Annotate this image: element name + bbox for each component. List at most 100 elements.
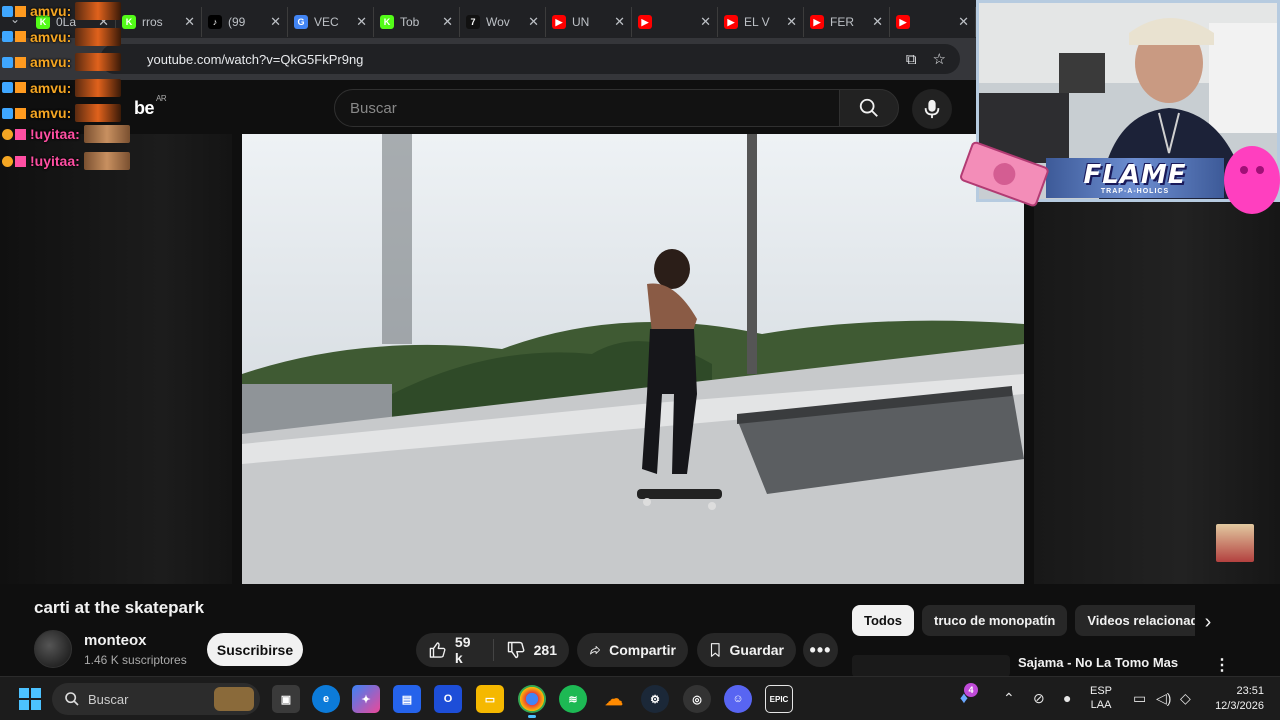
tab-favicon-icon: G bbox=[294, 15, 308, 29]
obs-icon[interactable]: ◎ bbox=[683, 685, 711, 713]
tab-close-icon[interactable]: ✕ bbox=[528, 14, 539, 30]
chrome-icon[interactable] bbox=[518, 685, 546, 718]
recommendation-title[interactable]: Sajama - No La Tomo Mas bbox=[1018, 655, 1178, 670]
chat-username[interactable]: amvu: bbox=[30, 29, 71, 45]
filter-chip[interactable]: Videos relacionad bbox=[1075, 605, 1196, 636]
clock-time: 23:51 bbox=[1236, 685, 1264, 697]
dislike-button[interactable]: 281 bbox=[494, 633, 569, 667]
more-actions-button[interactable]: ••• bbox=[803, 633, 838, 667]
pink-cat-icon bbox=[1224, 146, 1280, 214]
epic-games-icon[interactable]: EPIC bbox=[765, 685, 793, 713]
browser-tab[interactable]: ♪ (99 ✕ bbox=[202, 7, 288, 37]
tab-title: EL V bbox=[744, 15, 770, 29]
browser-tab[interactable]: ▶ ✕ bbox=[890, 7, 976, 37]
search-button[interactable] bbox=[839, 89, 899, 127]
edge-icon[interactable]: e bbox=[312, 685, 340, 713]
chat-message: amvu: bbox=[2, 102, 122, 124]
system-clock[interactable]: 23:51 12/3/2026 bbox=[1204, 684, 1264, 714]
soundcloud-icon[interactable]: ☁ bbox=[600, 685, 628, 713]
microphone-icon bbox=[924, 99, 940, 119]
volume-icon[interactable]: ◁) bbox=[1156, 690, 1171, 707]
input-language[interactable]: ESP LAA bbox=[1090, 684, 1112, 712]
tab-close-icon[interactable]: ✕ bbox=[356, 14, 367, 30]
voice-search-button[interactable] bbox=[912, 89, 952, 129]
chat-username[interactable]: amvu: bbox=[30, 80, 71, 96]
windows-start-icon[interactable] bbox=[19, 688, 41, 710]
channel-name[interactable]: monteox bbox=[84, 632, 147, 649]
chat-badge-icon bbox=[2, 56, 13, 68]
battery-icon[interactable]: ◇ bbox=[1180, 690, 1191, 707]
network-off-icon[interactable]: ⊘ bbox=[1033, 690, 1045, 707]
store-icon[interactable]: ▤ bbox=[393, 685, 421, 713]
like-button[interactable]: 59 k bbox=[416, 633, 493, 667]
chat-username[interactable]: amvu: bbox=[30, 105, 71, 121]
filter-chip[interactable]: truco de monopatín bbox=[922, 605, 1068, 636]
filter-chip[interactable]: Todos bbox=[852, 605, 915, 636]
browser-tab[interactable]: ▶ UN ✕ bbox=[546, 7, 632, 37]
tab-close-icon[interactable]: ✕ bbox=[958, 14, 969, 30]
browser-tab[interactable]: K Tob ✕ bbox=[374, 7, 460, 37]
chat-username[interactable]: amvu: bbox=[30, 3, 71, 19]
browser-tab[interactable]: ▶ ✕ bbox=[632, 7, 718, 37]
search-input[interactable]: Buscar bbox=[334, 89, 840, 127]
subscriber-count: 1.46 K suscriptores bbox=[84, 653, 187, 667]
display-icon[interactable]: ▭ bbox=[1133, 690, 1146, 707]
tab-close-icon[interactable]: ✕ bbox=[700, 14, 711, 30]
tab-close-icon[interactable]: ✕ bbox=[184, 14, 195, 30]
chat-emote-icon bbox=[75, 27, 122, 46]
spotify-icon[interactable]: ≋ bbox=[559, 685, 587, 713]
browser-tab[interactable]: 7 Wov ✕ bbox=[460, 7, 546, 37]
omnibox[interactable]: youtube.com/watch?v=QkG5FkPr9ng ⧉ ☆ bbox=[100, 44, 960, 74]
tab-close-icon[interactable]: ✕ bbox=[442, 14, 453, 30]
tab-favicon-icon: ♪ bbox=[208, 15, 222, 29]
share-icon bbox=[590, 646, 601, 655]
browser-tab[interactable]: ▶ EL V ✕ bbox=[718, 7, 804, 37]
chat-emote-icon bbox=[83, 152, 130, 170]
url-text[interactable]: youtube.com/watch?v=QkG5FkPr9ng bbox=[147, 52, 363, 67]
install-app-icon[interactable]: ⧉ bbox=[906, 51, 917, 68]
chat-username[interactable]: !uyitaa: bbox=[30, 126, 80, 142]
microphone-tray-icon[interactable]: ● bbox=[1063, 690, 1071, 706]
tab-close-icon[interactable]: ✕ bbox=[270, 14, 281, 30]
tab-title: Wov bbox=[486, 15, 510, 29]
save-button[interactable]: Guardar bbox=[697, 633, 796, 667]
chat-emote-icon bbox=[75, 2, 122, 20]
chat-badge-icon bbox=[15, 5, 26, 17]
notification-app-icon[interactable]: 4 ♦ bbox=[950, 683, 978, 713]
taskbar-search[interactable]: Buscar bbox=[52, 683, 260, 715]
screen: ⌄ K 0La ✕ Krros ✕ ♪ (99 ✕ G VEC ✕ K Tob ✕ 7 Wov ✕ ▶ UN ✕ ▶ ✕ ▶… bbox=[0, 0, 1280, 720]
subscribe-button[interactable]: Suscribirse bbox=[207, 633, 303, 666]
chat-username[interactable]: amvu: bbox=[30, 54, 71, 70]
outlook-icon[interactable]: O bbox=[434, 685, 462, 713]
browser-tab[interactable]: G VEC ✕ bbox=[288, 7, 374, 37]
chat-username[interactable]: !uyitaa: bbox=[30, 153, 80, 169]
file-explorer-icon[interactable]: ▭ bbox=[476, 685, 504, 713]
browser-tab[interactable]: ▶ FER ✕ bbox=[804, 7, 890, 37]
copilot-icon[interactable]: ✦ bbox=[352, 685, 380, 713]
steam-icon[interactable]: ⚙ bbox=[641, 685, 669, 713]
discord-icon[interactable]: ☺ bbox=[724, 685, 752, 713]
recommendation-menu-icon[interactable]: ⋮ bbox=[1214, 655, 1230, 675]
tab-close-icon[interactable]: ✕ bbox=[872, 14, 883, 30]
task-view-icon[interactable]: ▣ bbox=[272, 685, 300, 713]
chevron-right-icon[interactable]: › bbox=[1194, 608, 1222, 636]
taskbar-search-icon bbox=[65, 692, 79, 706]
tab-close-icon[interactable]: ✕ bbox=[786, 14, 797, 30]
chat-badge-icon bbox=[15, 82, 26, 94]
tab-title: FER bbox=[830, 15, 854, 29]
video-player[interactable] bbox=[242, 134, 1024, 584]
tab-favicon-icon: ▶ bbox=[810, 15, 824, 29]
chat-badge-icon bbox=[2, 31, 13, 43]
recommendation-thumbnail[interactable] bbox=[852, 655, 1010, 677]
channel-avatar[interactable] bbox=[34, 630, 72, 668]
chat-badge-icon bbox=[2, 155, 13, 167]
bookmark-star-icon[interactable]: ☆ bbox=[933, 50, 946, 68]
tab-title: Tob bbox=[400, 15, 420, 29]
tab-favicon-icon: ▶ bbox=[896, 15, 910, 29]
chevron-up-icon[interactable]: ⌃ bbox=[1003, 690, 1015, 707]
floating-avatar bbox=[1216, 524, 1254, 562]
chat-emote-icon bbox=[75, 104, 122, 123]
tab-close-icon[interactable]: ✕ bbox=[614, 14, 625, 30]
chat-emote-icon bbox=[75, 78, 122, 97]
share-button[interactable]: Compartir bbox=[577, 633, 688, 667]
